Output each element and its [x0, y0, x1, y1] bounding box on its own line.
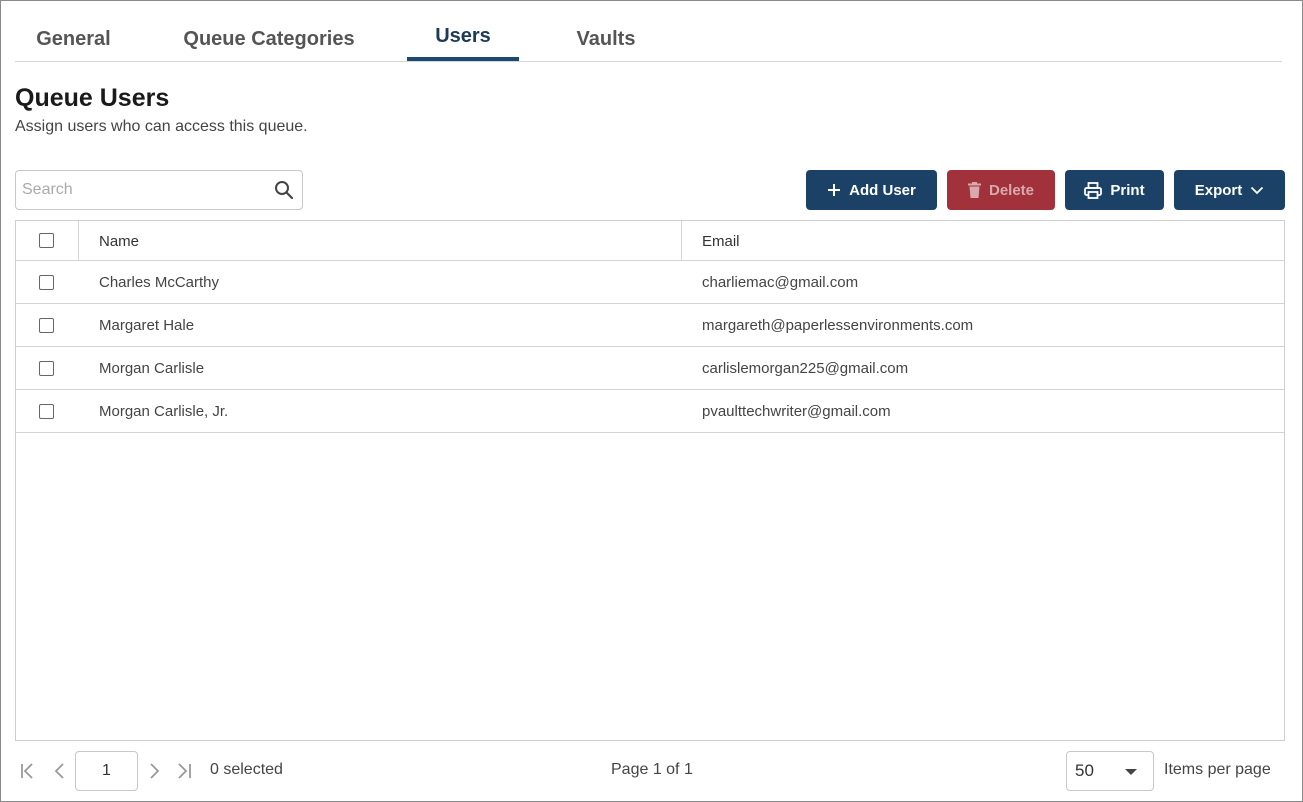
- tab-users[interactable]: Users: [407, 18, 519, 61]
- table-row[interactable]: Morgan Carlisle, Jr. pvaulttechwriter@gm…: [16, 390, 1284, 433]
- tab-general[interactable]: General: [15, 18, 132, 61]
- printer-icon: [1084, 181, 1103, 199]
- export-label: Export: [1194, 181, 1243, 199]
- column-header-name[interactable]: Name: [99, 221, 139, 261]
- column-header-email[interactable]: Email: [702, 221, 740, 261]
- export-button[interactable]: Export: [1174, 170, 1285, 210]
- column-divider: [681, 221, 682, 261]
- trash-icon: [967, 182, 981, 198]
- first-page-icon[interactable]: [20, 762, 38, 780]
- search-input[interactable]: [22, 171, 262, 209]
- cell-name: Charles McCarthy: [99, 273, 220, 291]
- items-per-page-value: 50: [1075, 761, 1094, 780]
- caret-down-icon: [1125, 769, 1137, 775]
- cell-email: charliemac@gmail.com: [702, 273, 859, 291]
- tab-queue-categories[interactable]: Queue Categories: [167, 18, 371, 61]
- delete-button[interactable]: Delete: [947, 170, 1055, 210]
- items-per-page-select[interactable]: 50: [1066, 751, 1154, 791]
- add-user-button[interactable]: Add User: [806, 170, 937, 210]
- last-page-icon[interactable]: [174, 762, 192, 780]
- page-info: Page 1 of 1: [611, 761, 693, 778]
- print-label: Print: [1110, 181, 1145, 199]
- items-per-page-label: Items per page: [1164, 761, 1271, 778]
- delete-label: Delete: [988, 181, 1035, 199]
- search-box: [15, 170, 303, 210]
- cell-email: margareth@paperlessenvironments.com: [702, 316, 974, 334]
- page-title: Queue Users: [15, 84, 170, 112]
- users-table: Name Email Charles McCarthy charliemac@g…: [15, 220, 1285, 741]
- cell-email: carlislemorgan225@gmail.com: [702, 359, 909, 377]
- cell-name: Margaret Hale: [99, 316, 195, 334]
- next-page-icon[interactable]: [145, 762, 163, 780]
- cell-name: Morgan Carlisle, Jr.: [99, 402, 229, 420]
- row-checkbox[interactable]: [39, 361, 54, 376]
- add-user-label: Add User: [849, 181, 916, 199]
- cell-email: pvaulttechwriter@gmail.com: [702, 402, 891, 420]
- table-row[interactable]: Margaret Hale margareth@paperlessenviron…: [16, 304, 1284, 347]
- tab-bar: General Queue Categories Users Vaults: [15, 18, 1282, 62]
- cell-name: Morgan Carlisle: [99, 359, 205, 377]
- select-all-checkbox[interactable]: [39, 233, 54, 248]
- chevron-down-icon: [1250, 186, 1264, 195]
- print-button[interactable]: Print: [1065, 170, 1164, 210]
- table-row[interactable]: Morgan Carlisle carlislemorgan225@gmail.…: [16, 347, 1284, 390]
- tab-vaults[interactable]: Vaults: [555, 18, 657, 61]
- table-row[interactable]: Charles McCarthy charliemac@gmail.com: [16, 261, 1284, 304]
- plus-icon: [827, 183, 841, 197]
- column-divider: [78, 221, 79, 261]
- selected-count: 0 selected: [210, 761, 283, 778]
- row-checkbox[interactable]: [39, 318, 54, 333]
- row-checkbox[interactable]: [39, 404, 54, 419]
- search-icon[interactable]: [274, 180, 294, 200]
- table-header: Name Email: [16, 221, 1284, 261]
- row-checkbox[interactable]: [39, 275, 54, 290]
- page-subtitle: Assign users who can access this queue.: [15, 118, 308, 135]
- previous-page-icon[interactable]: [51, 762, 69, 780]
- page-number-input[interactable]: [75, 751, 138, 791]
